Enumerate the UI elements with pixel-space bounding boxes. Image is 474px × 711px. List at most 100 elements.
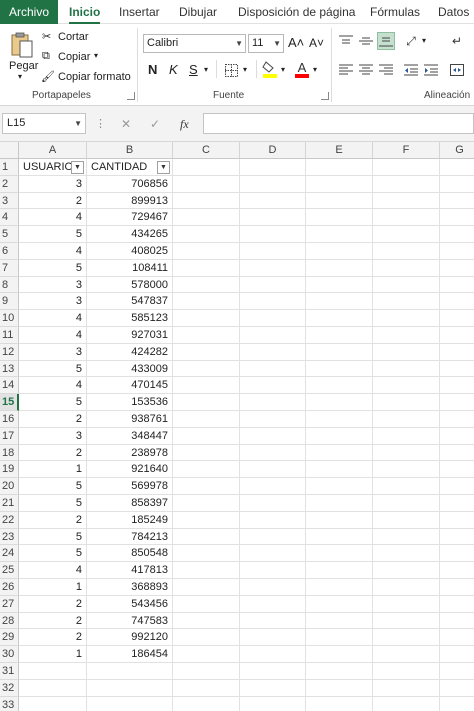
cancel-icon[interactable]: ✕ <box>121 117 131 131</box>
cell-g[interactable] <box>440 562 474 579</box>
font-color-dropdown-icon[interactable]: ▾ <box>313 65 317 74</box>
cell-a[interactable] <box>19 679 87 697</box>
cell-d[interactable] <box>240 545 306 563</box>
cell-c[interactable] <box>173 243 240 260</box>
cell-a[interactable]: 3 <box>19 343 87 361</box>
row-header[interactable]: 20 <box>0 478 19 495</box>
cell-d[interactable] <box>240 226 306 243</box>
cell-c[interactable] <box>173 327 240 344</box>
filter-dropdown-icon[interactable]: ▼ <box>71 161 84 174</box>
row-header[interactable]: 1 <box>0 159 19 176</box>
cell-b[interactable]: 784213 <box>87 528 173 546</box>
orientation-dropdown-icon[interactable]: ▾ <box>422 36 426 45</box>
underline-dropdown-icon[interactable]: ▾ <box>204 65 208 74</box>
cell-f[interactable] <box>373 495 440 512</box>
cell-a[interactable]: 1 <box>19 579 87 596</box>
cell-b[interactable] <box>87 663 173 680</box>
cell-c[interactable] <box>173 411 240 428</box>
formula-input[interactable] <box>203 113 474 134</box>
cell-f[interactable] <box>373 192 440 210</box>
cell-f[interactable] <box>373 293 440 311</box>
cell-g[interactable] <box>440 411 474 428</box>
cell-b[interactable]: 938761 <box>87 411 173 428</box>
cell-d[interactable] <box>240 696 306 711</box>
row-header[interactable]: 33 <box>0 696 19 711</box>
cell-g[interactable] <box>440 159 474 176</box>
row-header[interactable]: 9 <box>0 293 19 311</box>
tab-dibujar[interactable]: Dibujar <box>179 0 217 24</box>
row-header[interactable]: 13 <box>0 360 19 378</box>
copy-button[interactable]: Copiar <box>58 51 90 63</box>
cell-f[interactable] <box>373 595 440 613</box>
cell-d[interactable] <box>240 461 306 479</box>
cell-g[interactable] <box>440 277 474 294</box>
row-header[interactable]: 19 <box>0 461 19 479</box>
underline-button[interactable]: S <box>189 62 198 77</box>
align-top-button[interactable] <box>337 32 355 50</box>
cell-c[interactable] <box>173 528 240 546</box>
cell-d[interactable] <box>240 478 306 495</box>
align-bottom-button[interactable] <box>377 32 395 50</box>
cell-b[interactable]: 578000 <box>87 276 173 294</box>
cell-e[interactable] <box>306 360 373 378</box>
worksheet-grid[interactable]: A B C D E F G 1 USUARIO ▼ CANTIDAD ▼ 2 3 706856 3 2 89991… <box>0 142 474 711</box>
align-left-button[interactable] <box>337 61 355 79</box>
cell-f[interactable] <box>373 411 440 428</box>
font-color-button[interactable]: A <box>294 60 310 78</box>
cell-b[interactable]: 185249 <box>87 511 173 529</box>
cell-c[interactable] <box>173 495 240 512</box>
row-header[interactable]: 22 <box>0 511 19 529</box>
cell-d[interactable] <box>240 259 306 277</box>
font-name-select[interactable]: Calibri ▼ <box>143 34 246 53</box>
cell-g[interactable] <box>440 327 474 344</box>
align-middle-button[interactable] <box>357 32 375 50</box>
cell-d[interactable] <box>240 444 306 462</box>
cell-d[interactable] <box>240 343 306 361</box>
row-header[interactable]: 8 <box>0 276 19 294</box>
cell-d[interactable] <box>240 310 306 327</box>
cell-b[interactable]: 992120 <box>87 629 173 647</box>
cell-g[interactable] <box>440 260 474 277</box>
cell-f[interactable] <box>373 663 440 680</box>
row-header[interactable]: 15 <box>0 394 19 411</box>
cell-a[interactable]: 1 <box>19 461 87 479</box>
cell-f[interactable] <box>373 343 440 361</box>
row-header[interactable]: 25 <box>0 562 19 579</box>
tab-archivo[interactable]: Archivo <box>0 0 59 24</box>
cell-g[interactable] <box>440 545 474 563</box>
row-header[interactable]: 24 <box>0 545 19 563</box>
cell-g[interactable] <box>440 176 474 193</box>
column-header-d[interactable]: D <box>240 142 306 159</box>
cell-a[interactable] <box>19 696 87 711</box>
cell-c[interactable] <box>173 394 240 411</box>
cell-b[interactable]: 417813 <box>87 562 173 579</box>
cell-a[interactable]: 2 <box>19 629 87 647</box>
cell-e[interactable] <box>306 679 373 697</box>
grow-font-button[interactable]: A˄ <box>288 35 304 50</box>
row-header[interactable]: 4 <box>0 209 19 227</box>
cell-a[interactable] <box>19 663 87 680</box>
cell-b[interactable] <box>87 696 173 711</box>
cell-a[interactable]: 2 <box>19 595 87 613</box>
cell-a[interactable]: 3 <box>19 427 87 445</box>
cell-c[interactable] <box>173 209 240 227</box>
enter-icon[interactable]: ✓ <box>150 117 160 131</box>
cell-c[interactable] <box>173 192 240 210</box>
cell-b[interactable]: 569978 <box>87 478 173 495</box>
cell-e[interactable] <box>306 293 373 311</box>
cell-b[interactable] <box>87 679 173 697</box>
tab-insertar[interactable]: Insertar <box>119 0 160 24</box>
cell-a[interactable]: 4 <box>19 243 87 260</box>
row-header[interactable]: 23 <box>0 528 19 546</box>
row-header[interactable]: 26 <box>0 579 19 596</box>
cell-c[interactable] <box>173 259 240 277</box>
align-center-button[interactable] <box>357 61 375 79</box>
cell-d[interactable] <box>240 327 306 344</box>
paste-label[interactable]: Pegar <box>9 60 38 72</box>
cell-f[interactable] <box>373 629 440 647</box>
copy-dropdown-icon[interactable]: ▾ <box>94 51 98 60</box>
cell-g[interactable] <box>440 512 474 529</box>
cell-b[interactable]: 858397 <box>87 495 173 512</box>
cell-a[interactable]: 5 <box>19 360 87 378</box>
cell-a[interactable]: 2 <box>19 511 87 529</box>
